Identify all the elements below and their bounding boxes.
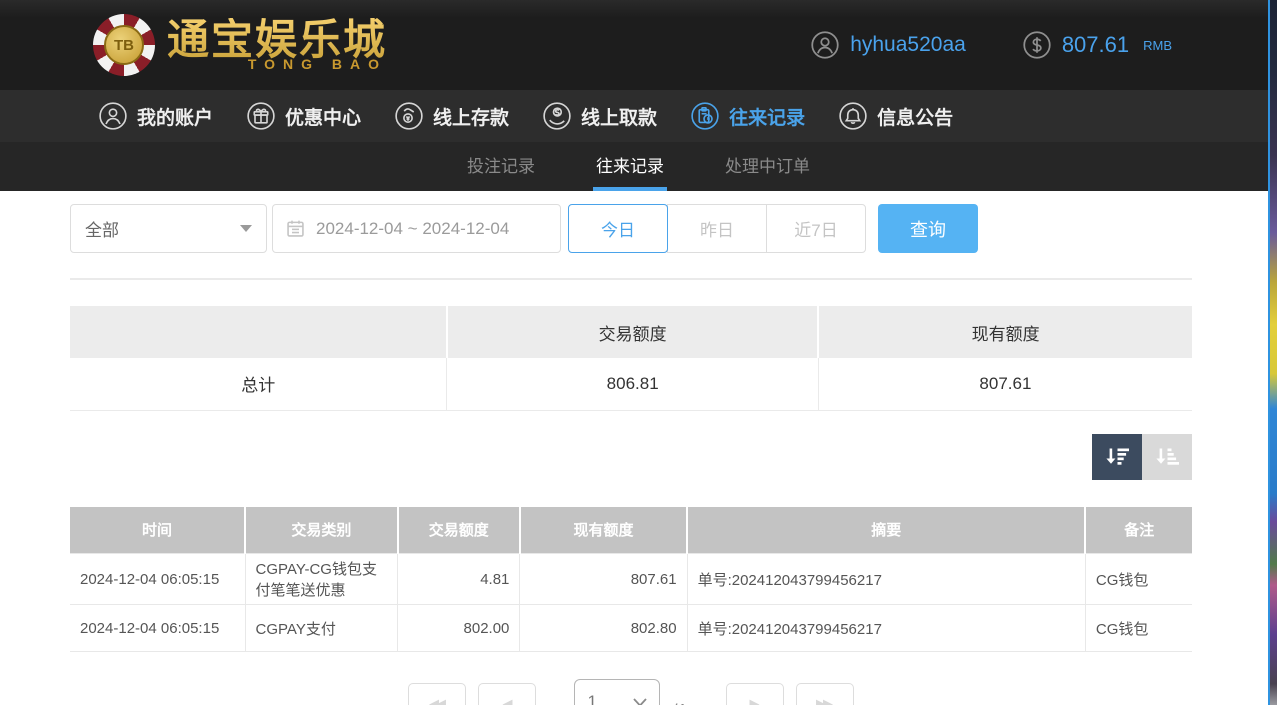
calendar-icon [285, 218, 306, 239]
site-subtitle: TONG BAO [167, 56, 387, 72]
nav-item-announcements[interactable]: 信息公告 [838, 101, 953, 131]
summary-header-transaction: 交易额度 [447, 306, 818, 358]
nav-item-transaction-records[interactable]: 往来记录 [690, 101, 805, 131]
tab-transaction-records[interactable]: 往来记录 [593, 142, 667, 191]
main-nav: 我的账户 优惠中心 线上存款 [0, 90, 1277, 142]
tab-pending-orders[interactable]: 处理中订单 [722, 142, 813, 191]
content-area: 全部 2024-12-04 ~ 2024-12-04 今日 昨日 近7日 查询 [70, 204, 1192, 705]
nav-label: 往来记录 [729, 103, 805, 130]
total-pages-label: /1 [672, 701, 687, 705]
col-summary: 摘要 [687, 507, 1085, 554]
cell-time: 2024-12-04 06:05:15 [70, 605, 245, 652]
search-button[interactable]: 查询 [878, 204, 978, 253]
cell-category: CGPAY支付 [245, 605, 398, 652]
record-tabs: 投注记录 往来记录 处理中订单 [0, 142, 1277, 191]
site-logo[interactable]: TB 通宝娱乐城 TONG BAO [93, 14, 387, 76]
col-amount: 交易额度 [398, 507, 520, 554]
nav-item-deposit[interactable]: 线上存款 [394, 101, 509, 131]
page-select-value: 1 [587, 692, 596, 705]
filter-row: 全部 2024-12-04 ~ 2024-12-04 今日 昨日 近7日 查询 [70, 204, 1192, 253]
cell-category: CGPAY-CG钱包支付笔笔送优惠 [245, 554, 398, 605]
cell-amount: 4.81 [398, 554, 520, 605]
deposit-icon [394, 101, 424, 131]
nav-item-withdraw[interactable]: 线上取款 [542, 101, 657, 131]
sort-descending-icon [1103, 445, 1131, 469]
nav-label: 信息公告 [877, 103, 953, 130]
records-table: 时间 交易类别 交易额度 现有额度 摘要 备注 2024-12-04 06:05… [70, 507, 1192, 653]
user-circle-icon [98, 101, 128, 131]
type-select[interactable]: 全部 [70, 204, 267, 253]
nav-label: 优惠中心 [285, 103, 361, 130]
sort-controls [70, 434, 1192, 480]
cell-note: CG钱包 [1085, 554, 1192, 605]
section-divider [70, 278, 1192, 280]
records-clipboard-icon [690, 101, 720, 131]
double-left-arrow-icon: ◀◀ [429, 696, 443, 705]
cell-note: CG钱包 [1085, 605, 1192, 652]
gift-icon [246, 101, 276, 131]
summary-table: 交易额度 现有额度 总计 806.81 807.61 [70, 306, 1192, 411]
double-right-arrow-icon: ▶▶ [816, 696, 830, 705]
sort-ascending-icon [1153, 445, 1181, 469]
background-window-sliver [1268, 0, 1277, 705]
chevron-down-icon [240, 225, 252, 232]
nav-label: 我的账户 [137, 103, 213, 130]
cell-summary: 单号:202412043799456217 [687, 605, 1085, 652]
nav-label: 线上存款 [433, 103, 509, 130]
first-page-button[interactable]: ◀◀ [408, 683, 466, 705]
quick-yesterday-button[interactable]: 昨日 [667, 204, 767, 253]
tab-bet-records[interactable]: 投注记录 [464, 142, 538, 191]
sort-ascending-button[interactable] [1142, 434, 1192, 480]
quick-date-group: 今日 昨日 近7日 [568, 204, 866, 253]
col-time: 时间 [70, 507, 245, 554]
withdraw-icon [542, 101, 572, 131]
quick-7days-button[interactable]: 近7日 [766, 204, 866, 253]
nav-item-promotions[interactable]: 优惠中心 [246, 101, 361, 131]
summary-total-row: 总计 806.81 807.61 [70, 358, 1192, 410]
col-balance: 现有额度 [520, 507, 687, 554]
dollar-icon [1022, 30, 1052, 60]
left-arrow-icon: ◀ [502, 696, 509, 705]
account-balance[interactable]: 807.61 RMB [1022, 30, 1172, 60]
summary-balance-total: 807.61 [818, 358, 1192, 410]
top-header: TB 通宝娱乐城 TONG BAO hyhua520aa 807 [0, 0, 1277, 90]
pagination: ◀◀ ◀ 1 /1 ▶ ▶▶ [70, 683, 1192, 705]
summary-header-balance: 现有额度 [818, 306, 1192, 358]
cell-time: 2024-12-04 06:05:15 [70, 554, 245, 605]
table-row: 2024-12-04 06:05:15 CGPAY-CG钱包支付笔笔送优惠 4.… [70, 554, 1192, 605]
summary-header-empty [70, 306, 447, 358]
page-select[interactable]: 1 [574, 679, 660, 705]
summary-total-label: 总计 [70, 358, 447, 410]
type-select-value: 全部 [85, 216, 119, 241]
last-page-button[interactable]: ▶▶ [796, 683, 854, 705]
sort-descending-button[interactable] [1092, 434, 1142, 480]
chip-monogram: TB [104, 25, 144, 65]
poker-chip-icon: TB [93, 14, 155, 76]
user-icon [810, 30, 840, 60]
date-range-value: 2024-12-04 ~ 2024-12-04 [316, 219, 509, 239]
currency-label: RMB [1143, 38, 1172, 53]
cell-balance: 807.61 [520, 554, 687, 605]
date-range-input[interactable]: 2024-12-04 ~ 2024-12-04 [272, 204, 561, 253]
quick-today-button[interactable]: 今日 [568, 204, 668, 253]
cell-amount: 802.00 [398, 605, 520, 652]
account-user[interactable]: hyhua520aa [810, 30, 966, 60]
username: hyhua520aa [850, 33, 966, 57]
previous-page-button[interactable]: ◀ [478, 683, 536, 705]
cell-balance: 802.80 [520, 605, 687, 652]
col-category: 交易类别 [245, 507, 398, 554]
col-note: 备注 [1085, 507, 1192, 554]
cell-summary: 单号:202412043799456217 [687, 554, 1085, 605]
bell-icon [838, 101, 868, 131]
select-chevron-icon [633, 698, 647, 705]
nav-label: 线上取款 [581, 103, 657, 130]
balance-amount: 807.61 [1062, 32, 1129, 58]
nav-item-my-account[interactable]: 我的账户 [98, 101, 213, 131]
next-page-button[interactable]: ▶ [726, 683, 784, 705]
right-arrow-icon: ▶ [750, 696, 757, 705]
summary-transaction-total: 806.81 [447, 358, 818, 410]
records-header-row: 时间 交易类别 交易额度 现有额度 摘要 备注 [70, 507, 1192, 554]
table-row: 2024-12-04 06:05:15 CGPAY支付 802.00 802.8… [70, 605, 1192, 652]
